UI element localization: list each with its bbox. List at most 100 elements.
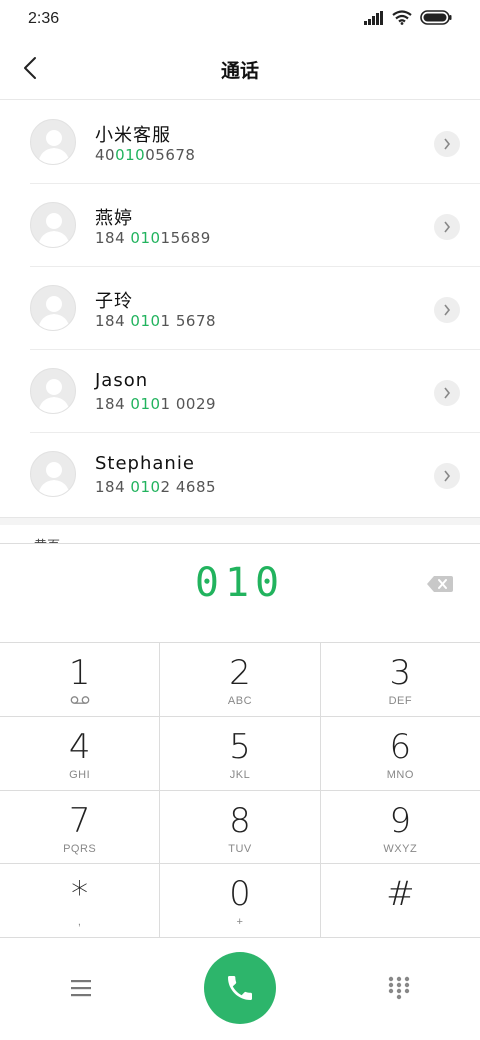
keypad-row: 7 PQRS 8 TUV 9 WXYZ: [0, 790, 480, 865]
avatar: [30, 202, 76, 248]
key-1[interactable]: 1: [0, 643, 161, 716]
contact-list: 小米客服 4001005678 燕婷 184 01015689 子玲 184 0…: [0, 101, 480, 517]
keypad-row: 4 GHI 5 JKL 6 MNO: [0, 716, 480, 791]
chevron-right-icon: [444, 470, 451, 482]
dialpad-icon: [388, 976, 410, 1000]
key-digit: #: [386, 874, 415, 915]
key-letters: PQRS: [63, 842, 97, 855]
contact-row[interactable]: 小米客服 4001005678: [0, 101, 480, 184]
chevron-right-icon: [444, 138, 451, 150]
key-7[interactable]: 7 PQRS: [0, 790, 161, 864]
number-match-highlight: 010: [115, 146, 146, 164]
chevron-right-icon: [444, 304, 451, 316]
app-header: 通话: [0, 40, 480, 100]
dial-display: 010: [0, 543, 480, 642]
key-digit: 4: [68, 726, 91, 767]
key-5[interactable]: 5 JKL: [160, 716, 321, 790]
key-digit: 6: [389, 726, 412, 767]
key-letters: WXYZ: [383, 842, 418, 855]
number-match-highlight: 010: [130, 312, 161, 330]
status-bar: 2:36: [0, 0, 480, 40]
signal-icon: [364, 10, 383, 25]
page-title: 通话: [220, 60, 259, 82]
person-placeholder-icon: [38, 130, 70, 164]
chevron-right-icon: [444, 387, 451, 399]
contact-number: 184 01015689: [95, 229, 211, 247]
keypad-row: 1 2 ABC 3 DEF: [0, 643, 480, 717]
contact-number: 184 0102 4685: [95, 478, 217, 496]
section-divider: [0, 517, 480, 525]
contact-name: 子玲: [95, 291, 133, 312]
key-digit: 3: [389, 653, 412, 693]
section-header-peek: 黄页: [0, 525, 480, 543]
chevron-right-icon: [444, 221, 451, 233]
contact-detail-button[interactable]: [434, 380, 460, 406]
key-2[interactable]: 2 ABC: [160, 643, 321, 716]
key-digit: 7: [68, 800, 91, 841]
contact-number: 4001005678: [95, 146, 196, 164]
number-match-highlight: 010: [130, 478, 161, 496]
contact-row[interactable]: Jason 184 0101 0029: [0, 350, 480, 433]
dialpad-toggle-button[interactable]: [386, 975, 412, 1001]
status-icons: [364, 10, 452, 25]
backspace-button[interactable]: [426, 574, 454, 594]
number-match-highlight: 010: [130, 229, 161, 247]
key-letters: +: [236, 916, 244, 929]
contact-name: 燕婷: [95, 208, 133, 229]
status-time: 2:36: [28, 10, 60, 27]
keypad: 1 2 ABC 3 DEF 4 GHI 5 JKL 6 MNO 7 PQRS 8…: [0, 642, 480, 938]
person-placeholder-icon: [38, 462, 70, 496]
bottom-bar: [0, 937, 480, 1040]
key-8[interactable]: 8 TUV: [160, 790, 321, 864]
contact-number: 184 0101 5678: [95, 312, 217, 330]
key-star[interactable]: * ,: [0, 864, 161, 937]
avatar: [30, 451, 76, 497]
key-hash[interactable]: #: [321, 864, 480, 937]
phone-icon: [228, 976, 252, 1000]
key-digit: 0: [229, 874, 251, 915]
contact-detail-button[interactable]: [434, 214, 460, 240]
keypad-row: * , 0 + #: [0, 864, 480, 938]
person-placeholder-icon: [38, 213, 70, 247]
person-placeholder-icon: [38, 296, 70, 330]
number-match-highlight: 010: [130, 395, 161, 413]
key-digit: *: [71, 874, 89, 915]
key-digit: 9: [389, 800, 412, 841]
contact-row[interactable]: 子玲 184 0101 5678: [0, 267, 480, 350]
contact-name: Jason: [95, 370, 149, 391]
section-header-label: 黄页: [34, 535, 60, 543]
contact-detail-button[interactable]: [434, 463, 460, 489]
key-letters: GHI: [69, 768, 91, 781]
key-digit: 2: [229, 653, 251, 693]
key-digit: 8: [229, 800, 251, 841]
avatar: [30, 285, 76, 331]
key-0[interactable]: 0 +: [160, 864, 321, 937]
key-letters: ABC: [227, 695, 253, 707]
contact-detail-button[interactable]: [434, 297, 460, 323]
call-button[interactable]: [204, 952, 276, 1024]
contact-number: 184 0101 0029: [95, 395, 217, 413]
voicemail-icon: [70, 696, 90, 704]
key-letters: ,: [77, 916, 82, 929]
battery-icon: [420, 10, 452, 25]
person-placeholder-icon: [38, 379, 70, 413]
wifi-icon: [392, 10, 412, 25]
key-digit: 5: [229, 726, 251, 767]
menu-button[interactable]: [66, 975, 96, 1001]
contact-row[interactable]: Stephanie 184 0102 4685: [0, 433, 480, 516]
dialed-number: 010: [194, 560, 286, 606]
key-6[interactable]: 6 MNO: [321, 717, 480, 790]
key-sub-icon: [0, 695, 159, 705]
key-4[interactable]: 4 GHI: [0, 716, 161, 790]
key-digit: 1: [68, 653, 91, 693]
avatar: [30, 368, 76, 414]
key-letters: JKL: [229, 768, 251, 781]
key-9[interactable]: 9 WXYZ: [321, 791, 480, 864]
contact-row[interactable]: 燕婷 184 01015689: [0, 184, 480, 267]
menu-icon: [71, 980, 91, 997]
key-letters: MNO: [386, 768, 414, 781]
key-letters: TUV: [228, 842, 252, 855]
key-3[interactable]: 3 DEF: [321, 643, 480, 716]
key-letters: DEF: [388, 695, 413, 707]
contact-detail-button[interactable]: [434, 131, 460, 157]
